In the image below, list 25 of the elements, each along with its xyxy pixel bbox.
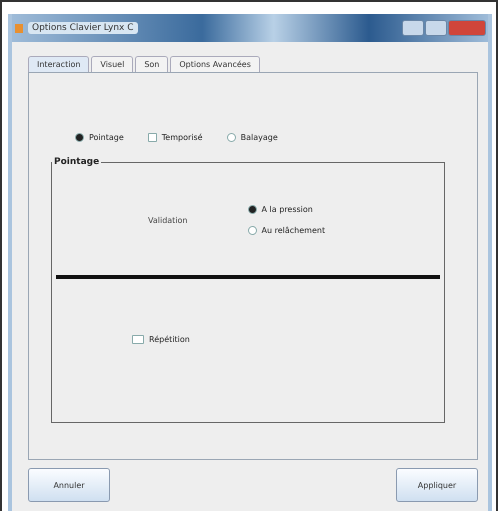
tab[interactable]: Son [135,56,168,72]
checkbox[interactable] [132,335,144,344]
checkbox-label: Répétition [149,335,190,344]
option-label: Pointage [89,132,124,142]
tab[interactable]: Interaction [28,56,90,72]
apply-button[interactable]: Appliquer [396,468,478,502]
radio-button[interactable] [226,132,236,142]
maximize-button[interactable] [425,20,447,36]
option-label: Balayage [240,132,278,142]
java-icon [14,22,24,34]
option-label: Au relâchement [262,226,326,235]
radio-button[interactable] [148,132,157,142]
radio-button[interactable] [248,226,257,235]
radio-button[interactable] [248,205,257,214]
tab[interactable]: Options Avancées [170,56,260,72]
window-title: Options Clavier Lynx C [28,22,138,34]
option-label: A la pression [262,205,313,214]
minimize-button[interactable] [402,20,424,36]
radio-button[interactable] [75,132,84,142]
group-title: Pointage [53,157,100,167]
option-label: Temporisé [162,132,203,142]
tab[interactable]: Visuel [91,56,134,72]
close-button[interactable] [448,20,486,36]
cancel-button[interactable]: Annuler [28,468,110,502]
validation-label: Validation [148,216,188,224]
